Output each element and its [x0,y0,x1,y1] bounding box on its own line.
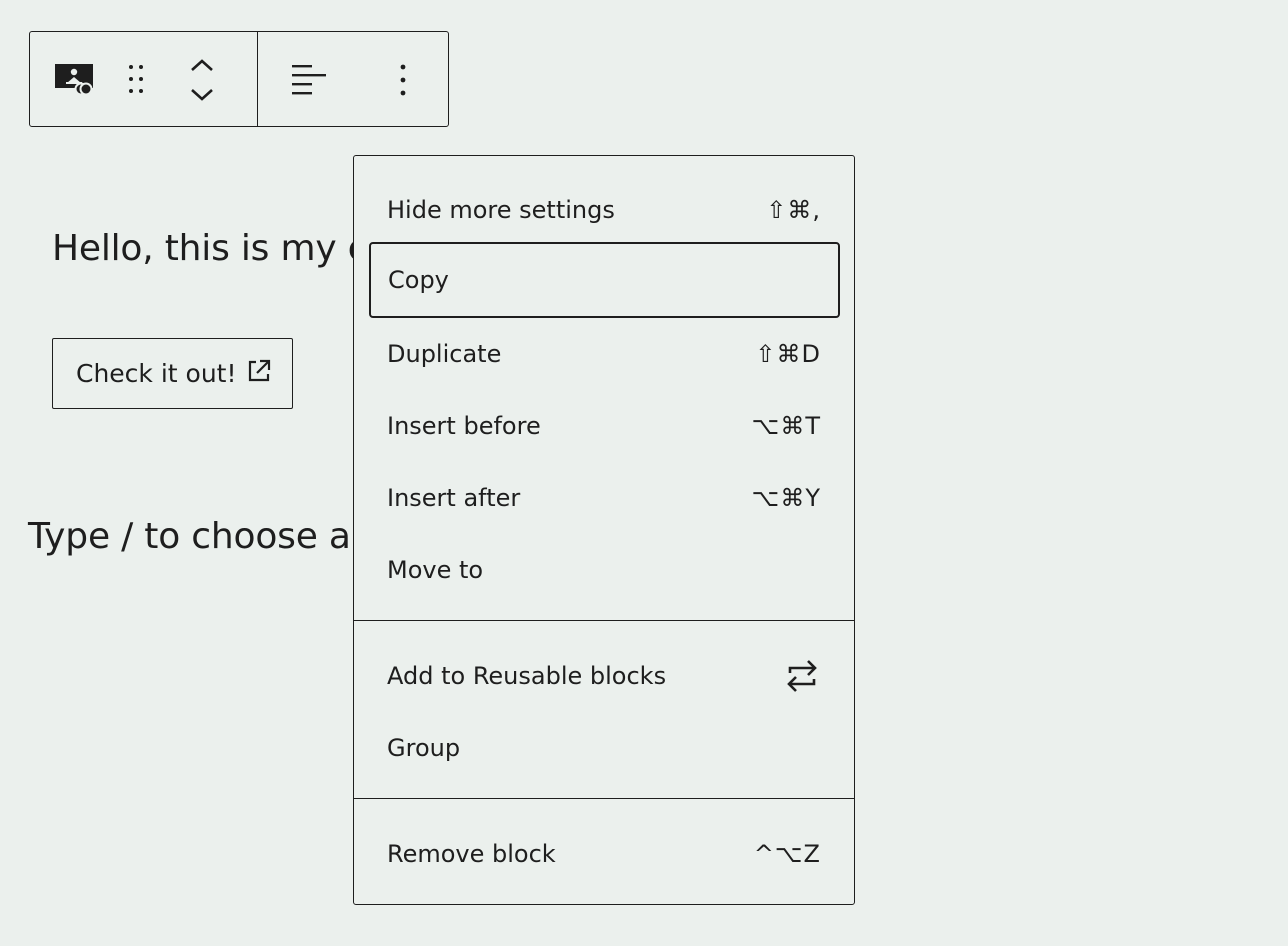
button-label: Check it out! [76,359,237,388]
menu-item-hide-more-settings[interactable]: Hide more settings ⇧⌘, [369,174,840,246]
editor-canvas: Hello, this is my c Check it out! Type /… [0,0,1288,946]
menu-item-shortcut: ⌥⌘T [751,412,821,440]
chevron-up-icon [191,59,213,71]
toolbar-group-block [30,32,258,126]
menu-item-label: Insert after [387,484,521,512]
menu-item-shortcut: ^⌥Z [753,840,821,868]
menu-item-label: Duplicate [387,340,502,368]
move-up-button[interactable] [187,52,217,78]
external-link-icon [248,359,270,381]
more-options-button[interactable] [388,60,418,100]
paragraph-block[interactable]: Hello, this is my c [52,228,367,269]
menu-item-label: Move to [387,556,484,584]
menu-item-shortcut: ⇧⌘D [755,340,821,368]
menu-separator [354,798,854,799]
block-options-menu: Hide more settings ⇧⌘, Copy Duplicate ⇧⌘… [353,155,855,905]
cover-icon [55,64,93,96]
align-left-icon [292,65,326,95]
align-button[interactable] [288,60,328,100]
drag-handle-button[interactable] [124,62,148,96]
menu-item-shortcut: ⌥⌘Y [751,484,821,512]
menu-item-move-to[interactable]: Move to [369,534,840,606]
move-down-button[interactable] [187,82,217,108]
more-vertical-icon [400,64,406,96]
drag-handle-icon [129,65,143,93]
menu-separator [354,620,854,621]
menu-item-copy[interactable]: Copy [369,242,840,318]
chevron-down-icon [191,89,213,101]
menu-item-remove-block[interactable]: Remove block ^⌥Z [369,818,840,890]
menu-item-label: Hide more settings [387,196,615,224]
block-placeholder[interactable]: Type / to choose a [28,516,351,557]
menu-item-shortcut: ⇧⌘, [766,196,821,224]
block-type-button[interactable] [52,62,96,96]
menu-item-duplicate[interactable]: Duplicate ⇧⌘D [369,318,840,390]
button-block[interactable]: Check it out! [52,338,293,409]
menu-item-label: Add to Reusable blocks [387,662,667,690]
block-toolbar [29,31,449,127]
menu-item-label: Insert before [387,412,541,440]
menu-item-label: Remove block [387,840,556,868]
menu-item-add-to-reusable-blocks[interactable]: Add to Reusable blocks [369,640,840,712]
reusable-block-icon [787,660,817,692]
menu-item-insert-after[interactable]: Insert after ⌥⌘Y [369,462,840,534]
menu-item-label: Copy [388,266,449,294]
menu-item-label: Group [387,734,461,762]
toolbar-group-tools [258,32,448,126]
menu-item-group[interactable]: Group [369,712,840,784]
menu-item-insert-before[interactable]: Insert before ⌥⌘T [369,390,840,462]
